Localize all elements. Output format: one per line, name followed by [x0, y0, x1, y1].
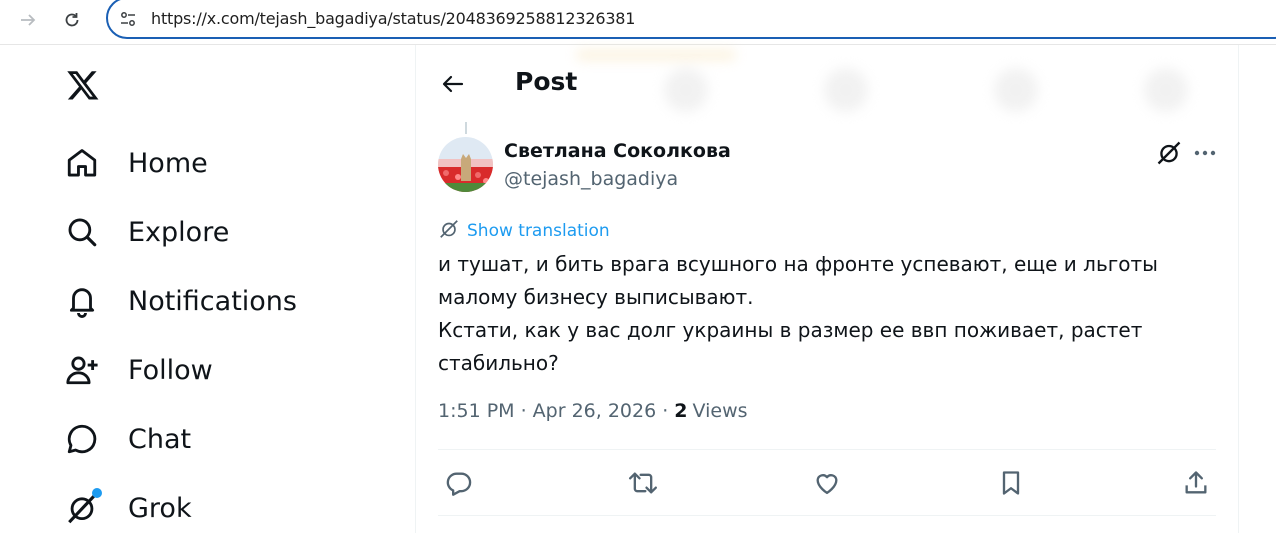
- thread-line: [465, 122, 467, 134]
- sidebar-item-chat[interactable]: Chat: [64, 414, 191, 464]
- notification-dot: [92, 488, 102, 498]
- url-text[interactable]: https://x.com/tejash_bagadiya/status/204…: [151, 8, 635, 30]
- sidebar-item-follow[interactable]: Follow: [64, 345, 213, 395]
- post-text-line: стабильно?: [438, 351, 559, 375]
- grok-icon: [438, 218, 460, 244]
- sidebar-item-label: Explore: [128, 216, 230, 248]
- retweet-icon[interactable]: [626, 466, 660, 500]
- divider: [438, 449, 1216, 450]
- post-meta: 1:51 PM · Apr 26, 2026 · 2 Views: [438, 400, 748, 422]
- avatar[interactable]: [438, 137, 493, 192]
- sidebar-item-notifications[interactable]: Notifications: [64, 276, 297, 326]
- sidebar-item-label: Chat: [128, 423, 192, 455]
- post-timestamp[interactable]: 1:51 PM · Apr 26, 2026 ·: [438, 400, 668, 422]
- sidebar-item-grok[interactable]: Grok: [64, 483, 192, 533]
- post-text-line: Кстати, как у вас долг украины в размер …: [438, 318, 1143, 342]
- site-info-icon[interactable]: [118, 8, 138, 30]
- add-user-icon: [64, 352, 100, 388]
- reply-icon[interactable]: [442, 466, 476, 500]
- search-icon: [64, 214, 100, 250]
- post-column: Post Светлана Соколкова @tejash_bagadiya…: [416, 45, 1238, 533]
- more-options-icon[interactable]: [1191, 141, 1219, 165]
- bell-icon: [64, 283, 100, 319]
- show-translation-link[interactable]: Show translation: [438, 218, 610, 244]
- header-blur: [576, 50, 1188, 112]
- sidebar-item-home[interactable]: Home: [64, 138, 208, 188]
- author-name[interactable]: Светлана Соколкова: [504, 140, 731, 162]
- like-icon[interactable]: [810, 466, 844, 500]
- chat-icon: [64, 421, 100, 457]
- reload-icon[interactable]: [58, 8, 86, 32]
- sidebar-item-explore[interactable]: Explore: [64, 207, 229, 257]
- share-icon[interactable]: [1179, 466, 1213, 500]
- sidebar-item-label: Grok: [128, 492, 192, 524]
- sidebar-item-label: Notifications: [128, 285, 297, 317]
- grok-icon[interactable]: [1155, 139, 1183, 167]
- post-text: и тушат, и бить врага всушного на фронте…: [438, 248, 1198, 380]
- sidebar-nav: Home Explore Notifications Follow Chat G…: [0, 45, 415, 533]
- sidebar-item-label: Home: [128, 147, 208, 179]
- post-text-line: и тушат, и бить врага всушного на фронте…: [438, 252, 1158, 276]
- back-arrow-icon[interactable]: [436, 67, 470, 101]
- grok-icon: [64, 488, 102, 526]
- views-count: 2: [674, 400, 688, 422]
- forward-icon[interactable]: [14, 8, 42, 32]
- author-handle[interactable]: @tejash_bagadiya: [504, 168, 678, 190]
- show-translation-label: Show translation: [467, 221, 610, 241]
- bookmark-icon[interactable]: [994, 466, 1028, 500]
- post-text-line: малому бизнесу выписывают.: [438, 285, 754, 309]
- divider: [438, 515, 1216, 516]
- page-title: Post: [515, 67, 578, 96]
- browser-toolbar: https://x.com/tejash_bagadiya/status/204…: [0, 0, 1276, 45]
- home-icon: [64, 145, 100, 181]
- divider: [1238, 45, 1239, 533]
- x-logo-icon[interactable]: [66, 68, 100, 102]
- views-label: Views: [692, 400, 748, 422]
- sidebar-item-label: Follow: [128, 354, 213, 386]
